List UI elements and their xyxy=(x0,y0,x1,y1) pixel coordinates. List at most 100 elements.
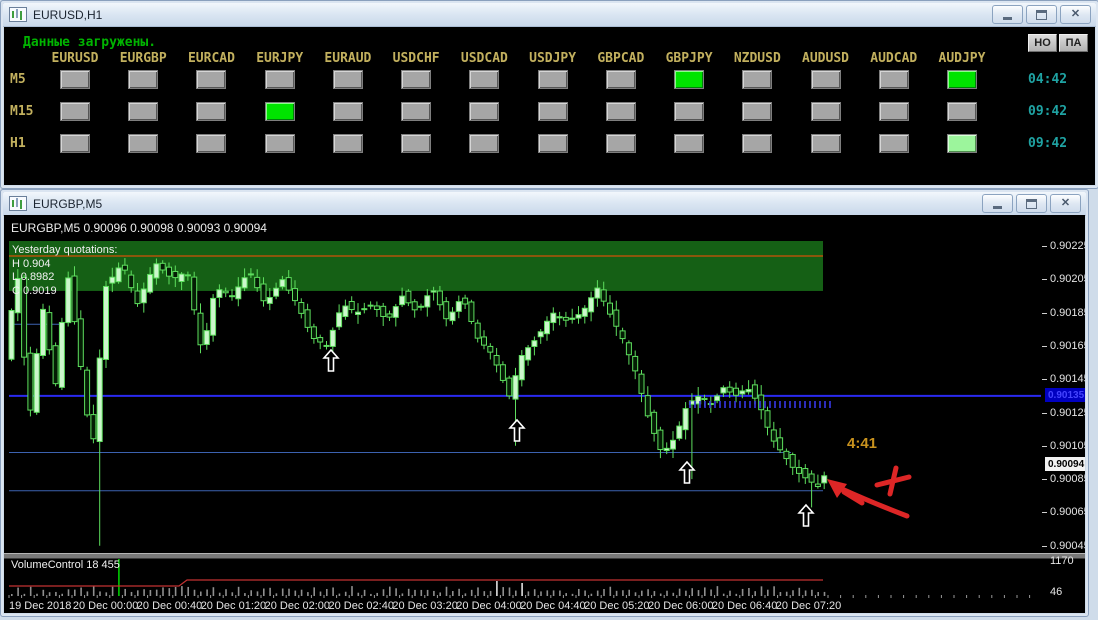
candle-body xyxy=(727,387,732,392)
button-NO[interactable]: НО xyxy=(1028,34,1057,52)
candle-body xyxy=(393,307,398,318)
price-axis-label: 0.90225 xyxy=(1050,240,1085,252)
time-axis-label: 20 Dec 00:00 xyxy=(73,600,138,612)
volume-bar xyxy=(578,589,580,596)
pane-divider[interactable] xyxy=(4,553,1085,559)
titlebar-eurgbp[interactable]: EURGBP,M5 ✕ xyxy=(3,192,1086,216)
volume-bar xyxy=(660,594,662,596)
volume-bar xyxy=(181,586,183,596)
candle-body xyxy=(463,298,468,304)
candle-body xyxy=(740,391,745,394)
candle-body xyxy=(431,291,436,292)
restore-button[interactable] xyxy=(1016,194,1047,213)
time-axis-label: 20 Dec 02:00 xyxy=(265,600,330,612)
volume-bar xyxy=(761,586,763,596)
volume-bar xyxy=(106,592,108,596)
volume-bar xyxy=(515,591,517,596)
column-header-audjpy: AUDJPY xyxy=(939,51,986,66)
volume-bar xyxy=(458,589,460,596)
volume-bar xyxy=(313,587,315,596)
volume-bar xyxy=(817,592,819,596)
restore-button[interactable] xyxy=(1026,5,1057,24)
volume-bar xyxy=(452,591,454,596)
volume-bar xyxy=(124,589,126,596)
volume-bar xyxy=(364,590,366,596)
price-axis-tick xyxy=(1042,446,1047,447)
candle-body xyxy=(620,331,625,339)
candle-body xyxy=(538,332,543,337)
price-axis-tick xyxy=(1042,279,1047,280)
candle-body xyxy=(715,396,720,401)
candle-body xyxy=(274,288,279,296)
minimize-button[interactable] xyxy=(982,194,1013,213)
volume-bar xyxy=(276,593,278,596)
candle-body xyxy=(400,296,405,305)
candle-body xyxy=(765,411,770,427)
price-axis-label: 0.90185 xyxy=(1050,307,1085,319)
volume-bar xyxy=(446,587,448,596)
signal-cell-m15-audusd xyxy=(811,102,841,121)
yq-close: C 0.9019 xyxy=(12,285,117,299)
volume-bar xyxy=(112,587,114,596)
signal-cell-m5-usdcad xyxy=(469,70,499,89)
volume-bar xyxy=(358,593,360,596)
candle-body xyxy=(242,278,247,288)
volume-bar xyxy=(307,592,309,596)
volume-bar xyxy=(49,592,51,596)
minimize-icon xyxy=(993,206,1002,209)
time-axis-label: 20 Dec 07:20 xyxy=(776,600,841,612)
candle-body xyxy=(664,448,669,450)
volume-bar xyxy=(477,587,479,596)
candle-body xyxy=(563,317,568,320)
volume-bar xyxy=(30,587,32,596)
candle-body xyxy=(34,354,39,413)
volume-bar xyxy=(370,594,372,596)
column-header-usdjpy: USDJPY xyxy=(529,51,576,66)
candle-body xyxy=(614,310,619,326)
signal-cell-m5-usdchf xyxy=(401,70,431,89)
volume-bar xyxy=(238,587,240,596)
volume-bar xyxy=(729,591,731,596)
price-axis-label: 0.90045 xyxy=(1050,540,1085,552)
signal-cell-m5-eurjpy xyxy=(265,70,295,89)
candle-body xyxy=(475,323,480,338)
volume-bar xyxy=(496,581,498,596)
volume-bar xyxy=(219,593,221,596)
column-header-gbpcad: GBPCAD xyxy=(597,51,644,66)
volume-bar xyxy=(465,593,467,596)
candle-body xyxy=(494,355,499,365)
candle-body xyxy=(652,412,657,433)
volume-bar xyxy=(232,592,234,596)
volume-bar xyxy=(351,586,353,596)
candle-body xyxy=(185,275,190,276)
close-button[interactable]: ✕ xyxy=(1050,194,1081,213)
volume-bar xyxy=(603,589,605,596)
annotation-time-note: 4:41 xyxy=(847,435,877,452)
price-axis-label: 0.90105 xyxy=(1050,440,1085,452)
column-header-gbpjpy: GBPJPY xyxy=(666,51,713,66)
chart-area[interactable]: EURGBP,M5 0.90096 0.90098 0.90093 0.9009… xyxy=(4,215,1085,613)
volume-bar xyxy=(402,593,404,596)
candle-body xyxy=(425,296,430,307)
price-axis-label: 0.90065 xyxy=(1050,506,1085,518)
candle-body xyxy=(444,302,449,319)
volume-bar xyxy=(250,590,252,596)
candle-body xyxy=(324,345,329,346)
volume-axis-min: 46 xyxy=(1050,586,1062,598)
candle-body xyxy=(141,289,146,303)
volume-bar xyxy=(137,590,139,596)
candle-body xyxy=(53,346,58,384)
titlebar-eurusd[interactable]: EURUSD,H1 ✕ xyxy=(3,3,1096,27)
candle-body xyxy=(78,319,83,367)
minimize-button[interactable] xyxy=(992,5,1023,24)
volume-bar xyxy=(767,590,769,596)
close-button[interactable]: ✕ xyxy=(1060,5,1091,24)
price-axis-tick xyxy=(1042,413,1047,414)
button-PA[interactable]: ПА xyxy=(1059,34,1088,52)
signal-cell-h1-eurcad xyxy=(196,134,226,153)
candle-body xyxy=(255,277,260,287)
volume-bar xyxy=(87,591,89,596)
volume-bar xyxy=(150,590,152,596)
red-arrow-annotation xyxy=(842,489,907,516)
candle-body xyxy=(576,315,581,318)
